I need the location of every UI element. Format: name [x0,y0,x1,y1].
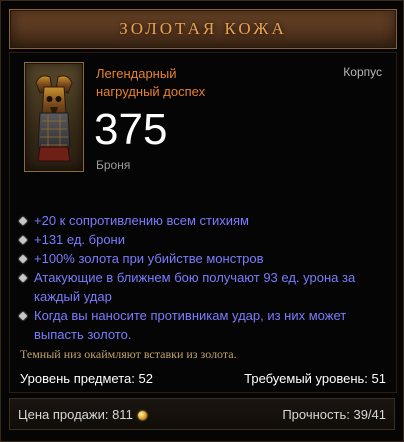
chest-armor-icon [35,75,73,162]
affix-bullet-icon [18,249,34,268]
durability: Прочность: 39/41 [282,406,386,422]
item-image-frame [24,62,84,172]
armor-label: Броня [96,158,131,172]
required-level: Требуемый уровень: 51 [244,371,386,386]
item-type: Легендарный нагрудный доспех [96,65,256,101]
item-footer: Цена продажи: 811 Прочность: 39/41 [9,398,395,430]
item-category: нагрудный доспех [96,84,206,99]
armor-value: 375 [94,105,168,154]
sell-price-label: Цена продажи: 811 [18,406,133,422]
affix-bullet-icon [18,211,34,230]
item-slot: Корпус [343,65,382,79]
flavor-text: Темный низ окаймляют вставки из золота. [20,347,237,361]
item-rarity: Легендарный [96,66,177,81]
affix-line: Когда вы наносите противникам удар, из н… [18,306,380,344]
item-title-bar: ЗОЛОТАЯ КОЖА [9,9,397,49]
gold-coin-icon [137,410,147,420]
item-details: Легендарный нагрудный доспех Корпус 375 … [9,52,397,393]
affix-bullet-icon [18,306,34,325]
affix-list: +20 к сопротивлению всем стихиям +131 ед… [18,211,380,344]
item-name: ЗОЛОТАЯ КОЖА [119,19,287,38]
requirements-row: Уровень предмета: 52 Требуемый уровень: … [20,371,386,386]
affix-bullet-icon [18,230,34,249]
affix-line: +20 к сопротивлению всем стихиям [18,211,380,230]
item-level: Уровень предмета: 52 [20,371,153,386]
sell-price: Цена продажи: 811 [18,407,147,422]
item-tooltip: ЗОЛОТАЯ КОЖА Легендарный нагрудный доспе… [0,0,404,442]
affix-bullet-icon [18,268,34,287]
affix-line: Атакующие в ближнем бою получают 93 ед. … [18,268,380,306]
affix-line: +100% золота при убийстве монстров [18,249,380,268]
affix-line: +131 ед. брони [18,230,380,249]
